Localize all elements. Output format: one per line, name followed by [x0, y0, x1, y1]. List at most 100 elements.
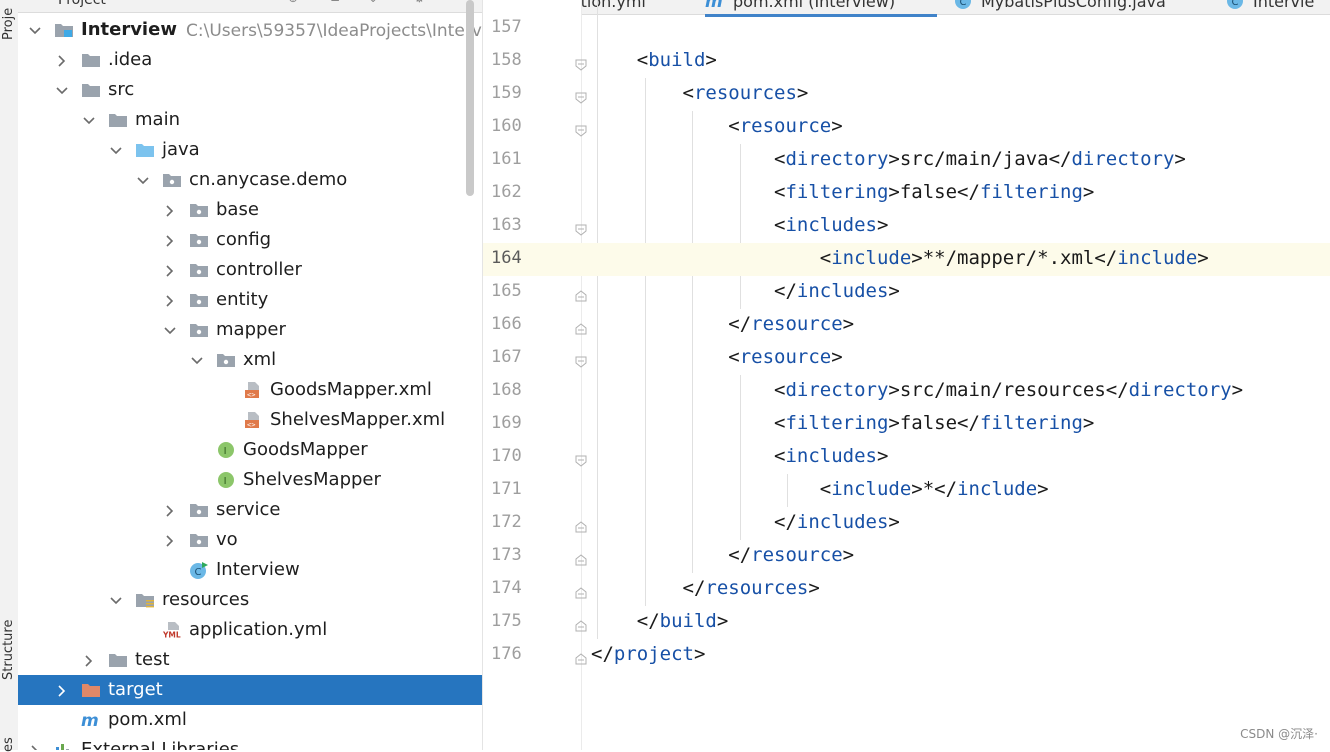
chevron-down-icon[interactable] — [82, 113, 96, 127]
xml-file-icon: <> — [243, 381, 263, 399]
code-line[interactable]: 158 <build> — [483, 45, 1330, 78]
chevron-right-icon[interactable] — [163, 533, 177, 547]
tree-node[interactable]: target — [18, 675, 482, 705]
code-line[interactable]: 161 <directory>src/main/java</directory> — [483, 144, 1330, 177]
tree-node[interactable]: config — [18, 225, 482, 255]
tree-node[interactable]: C Interview — [18, 555, 482, 585]
code-line[interactable]: 175 </build> — [483, 606, 1330, 639]
code-line[interactable]: 171 <include>*</include> — [483, 474, 1330, 507]
tree-node[interactable]: mapper — [18, 315, 482, 345]
chevron-down-icon[interactable] — [163, 323, 177, 337]
tree-node[interactable]: test — [18, 645, 482, 675]
chevron-down-icon[interactable] — [55, 83, 69, 97]
tree-node[interactable]: m pom.xml — [18, 705, 482, 735]
package-icon — [189, 261, 209, 279]
package-icon — [189, 201, 209, 219]
tree-node[interactable]: base — [18, 195, 482, 225]
chevron-right-icon[interactable] — [55, 683, 69, 697]
code-line[interactable]: 169 <filtering>false</filtering> — [483, 408, 1330, 441]
fold-open-icon[interactable] — [575, 452, 587, 467]
left-tool-stripe: Proje Structure es — [0, 0, 19, 752]
package-icon — [189, 321, 209, 339]
code-line[interactable]: 160 <resource> — [483, 111, 1330, 144]
tree-node[interactable]: resources — [18, 585, 482, 615]
fold-open-icon[interactable] — [575, 89, 587, 104]
fold-close-icon[interactable] — [575, 650, 587, 665]
fold-close-icon[interactable] — [575, 584, 587, 599]
chevron-right-icon[interactable] — [163, 293, 177, 307]
code-text: </resource> — [591, 544, 855, 566]
locate-icon[interactable]: ⊕ — [288, 0, 302, 4]
chevron-right-icon[interactable] — [163, 263, 177, 277]
code-line[interactable]: 157 — [483, 12, 1330, 45]
code-line[interactable]: 167 <resource> — [483, 342, 1330, 375]
editor-tab-label: MybatisPlusConfig.java — [981, 0, 1166, 11]
fold-close-icon[interactable] — [575, 287, 587, 302]
code-text: </build> — [591, 610, 729, 632]
code-line[interactable]: 164 <include>**/mapper/*.xml</include> — [483, 243, 1330, 276]
code-line[interactable]: 172 </includes> — [483, 507, 1330, 540]
tree-node[interactable]: service — [18, 495, 482, 525]
code-line[interactable]: 163 <includes> — [483, 210, 1330, 243]
fold-close-icon[interactable] — [575, 518, 587, 533]
chevron-down-icon[interactable] — [109, 593, 123, 607]
fold-close-icon[interactable] — [575, 551, 587, 566]
tree-node[interactable]: .idea — [18, 45, 482, 75]
fold-open-icon[interactable] — [575, 122, 587, 137]
tree-node[interactable]: main — [18, 105, 482, 135]
line-number: 165 — [491, 281, 522, 301]
chevron-right-icon[interactable] — [28, 743, 42, 750]
tree-node[interactable]: <> GoodsMapper.xml — [18, 375, 482, 405]
chevron-right-icon[interactable] — [82, 653, 96, 667]
tree-node-label: cn.anycase.demo — [189, 169, 348, 190]
tree-node[interactable]: I GoodsMapper — [18, 435, 482, 465]
line-number: 160 — [491, 116, 522, 136]
code-line[interactable]: 173 </resource> — [483, 540, 1330, 573]
fold-close-icon[interactable] — [575, 320, 587, 335]
chevron-right-icon[interactable] — [163, 503, 177, 517]
code-line[interactable]: 162 <filtering>false</filtering> — [483, 177, 1330, 210]
tree-node[interactable]: YML application.yml — [18, 615, 482, 645]
tree-node[interactable]: controller — [18, 255, 482, 285]
svg-text:I: I — [224, 446, 227, 457]
tree-node-label: java — [162, 139, 200, 160]
chevron-right-icon[interactable] — [163, 233, 177, 247]
code-line[interactable]: 159 <resources> — [483, 78, 1330, 111]
expand-icon[interactable]: ⇕ — [368, 0, 382, 4]
tree-node[interactable]: xml — [18, 345, 482, 375]
tree-node[interactable]: src — [18, 75, 482, 105]
chevron-down-icon[interactable] — [109, 143, 123, 157]
gear-icon[interactable]: ⚙ — [414, 0, 428, 4]
tree-node[interactable]: entity — [18, 285, 482, 315]
tree-node-label: GoodsMapper — [243, 439, 368, 460]
chevron-down-icon[interactable] — [190, 353, 204, 367]
code-line[interactable]: 168 <directory>src/main/resources</direc… — [483, 375, 1330, 408]
svg-text:C: C — [960, 0, 967, 8]
tree-node[interactable]: java — [18, 135, 482, 165]
tree-node[interactable]: External Libraries — [18, 735, 482, 750]
tree-node[interactable]: I ShelvesMapper — [18, 465, 482, 495]
chevron-down-icon[interactable] — [136, 173, 150, 187]
project-scrollbar[interactable] — [466, 0, 474, 196]
code-line[interactable]: 165 </includes> — [483, 276, 1330, 309]
collapse-all-icon[interactable]: ≡ — [330, 0, 344, 4]
code-line[interactable]: 176 </project> — [483, 639, 1330, 672]
tree-node[interactable]: cn.anycase.demo — [18, 165, 482, 195]
fold-open-icon[interactable] — [575, 56, 587, 71]
line-number: 170 — [491, 446, 522, 466]
tree-node[interactable]: Interview C:\Users\59357\IdeaProjects\Int… — [18, 15, 482, 45]
code-line[interactable]: 170 <includes> — [483, 441, 1330, 474]
fold-close-icon[interactable] — [575, 617, 587, 632]
folder-icon — [108, 651, 128, 669]
fold-open-icon[interactable] — [575, 353, 587, 368]
chevron-right-icon[interactable] — [163, 203, 177, 217]
chevron-right-icon[interactable] — [55, 53, 69, 67]
tree-node[interactable]: vo — [18, 525, 482, 555]
tree-node[interactable]: <> ShelvesMapper.xml — [18, 405, 482, 435]
code-line[interactable]: 166 </resource> — [483, 309, 1330, 342]
project-tool-button[interactable]: Proje — [1, 8, 16, 40]
fold-open-icon[interactable] — [575, 221, 587, 236]
chevron-down-icon[interactable] — [28, 23, 42, 37]
code-line[interactable]: 174 </resources> — [483, 573, 1330, 606]
structure-tool-button[interactable]: Structure — [1, 620, 16, 680]
